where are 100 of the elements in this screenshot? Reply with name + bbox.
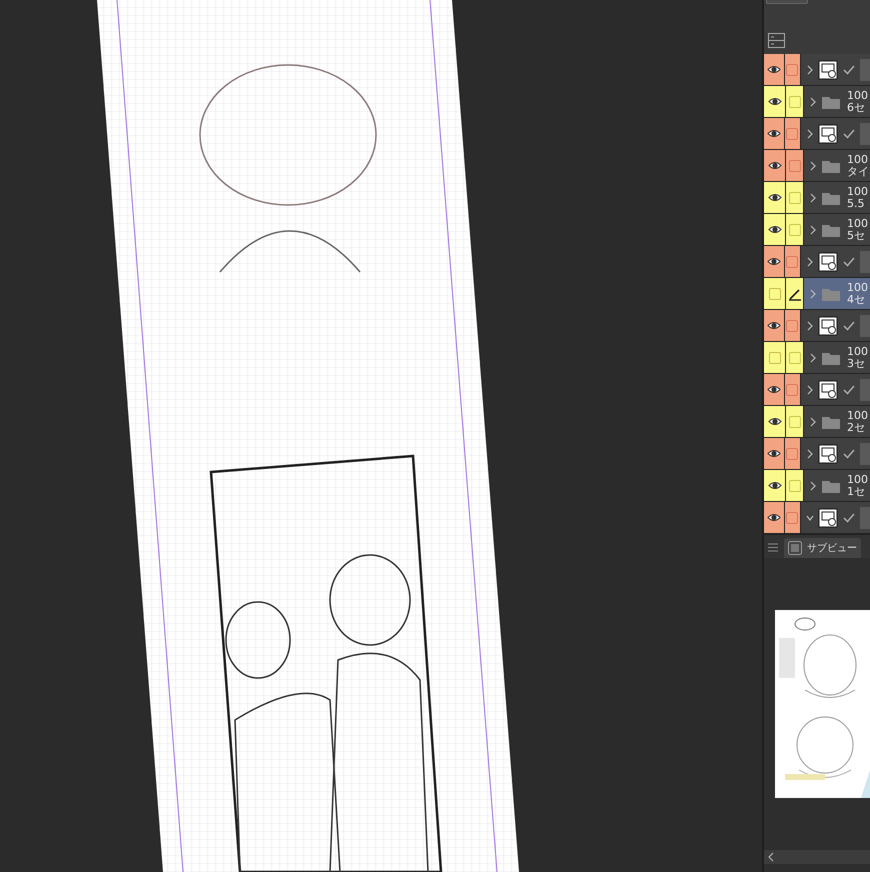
layer-name: 6セ [847, 102, 866, 114]
layer-row[interactable]: 100 2セ [764, 406, 870, 438]
eye-icon[interactable] [768, 225, 782, 234]
eye-icon[interactable] [766, 449, 781, 458]
lock-toggle[interactable] [784, 118, 802, 149]
layer-type-icon [818, 316, 838, 336]
layer-list-icon[interactable] [768, 33, 785, 48]
eye-icon[interactable] [768, 161, 782, 170]
lock-toggle[interactable] [786, 470, 804, 501]
lock-toggle[interactable] [786, 86, 804, 117]
lock-toggle[interactable] [786, 182, 804, 213]
layer-row[interactable]: 100 5セ [764, 214, 870, 246]
visibility-toggle[interactable] [764, 54, 784, 85]
folder-icon [822, 222, 840, 236]
visibility-toggle[interactable] [764, 470, 786, 501]
layer-row[interactable] [764, 438, 870, 470]
layer-row[interactable] [764, 54, 870, 86]
layer-opacity: 100 [847, 346, 868, 358]
lock-toggle[interactable] [784, 246, 802, 277]
eye-icon[interactable] [768, 193, 782, 202]
check-icon[interactable] [843, 64, 855, 74]
menu-icon[interactable] [768, 543, 778, 552]
lock-checkbox-icon [786, 384, 798, 396]
layer-row[interactable] [764, 246, 870, 278]
chevron-left-icon[interactable] [766, 851, 776, 863]
eye-icon[interactable] [766, 65, 781, 74]
eye-icon[interactable] [768, 97, 782, 106]
layer-row[interactable]: 100 1セ [764, 470, 870, 502]
chevron-right-icon[interactable] [809, 96, 817, 106]
visibility-toggle[interactable] [764, 438, 784, 469]
horizontal-scrollbar[interactable] [764, 850, 870, 864]
folder-icon [822, 478, 840, 492]
eye-icon[interactable] [766, 321, 781, 330]
chevron-right-icon[interactable] [806, 128, 814, 138]
chevron-right-icon[interactable] [806, 256, 814, 266]
layer-name: 5.5 [847, 198, 866, 210]
lock-checkbox-icon [788, 96, 800, 108]
visibility-toggle[interactable] [764, 214, 786, 245]
layer-name: 3セ [847, 358, 866, 370]
chevron-right-icon[interactable] [809, 288, 817, 298]
eye-icon[interactable] [768, 417, 782, 426]
lock-toggle[interactable] [786, 150, 804, 181]
layer-row[interactable] [764, 502, 870, 534]
chevron-right-icon[interactable] [806, 320, 814, 330]
lock-toggle[interactable] [786, 278, 804, 309]
lock-toggle[interactable] [784, 54, 802, 85]
visibility-toggle[interactable] [764, 502, 784, 533]
chevron-right-icon[interactable] [806, 448, 814, 458]
subview-tab[interactable]: サブビュー [784, 538, 861, 558]
lock-toggle[interactable] [784, 374, 802, 405]
lock-toggle[interactable] [784, 502, 802, 533]
check-icon[interactable] [843, 256, 855, 266]
layer-row[interactable] [764, 118, 870, 150]
visibility-toggle[interactable] [764, 310, 784, 341]
chevron-right-icon[interactable] [809, 416, 817, 426]
visibility-toggle[interactable] [764, 150, 786, 181]
layer-row[interactable] [764, 310, 870, 342]
visibility-toggle[interactable] [764, 86, 786, 117]
layer-row[interactable]: 100 4セ [764, 278, 870, 310]
eye-icon[interactable] [766, 257, 781, 266]
lock-toggle[interactable] [784, 438, 802, 469]
layer-name: 1セ [847, 486, 866, 498]
lock-toggle[interactable] [784, 310, 802, 341]
eye-icon[interactable] [766, 385, 781, 394]
chevron-right-icon[interactable] [809, 224, 817, 234]
lock-checkbox-icon [786, 448, 798, 460]
lock-checkbox-icon [786, 64, 798, 76]
check-icon[interactable] [843, 128, 855, 138]
chevron-right-icon[interactable] [806, 384, 814, 394]
visibility-toggle[interactable] [764, 246, 784, 277]
lock-toggle[interactable] [786, 214, 804, 245]
visibility-toggle[interactable] [764, 406, 786, 437]
eye-icon[interactable] [766, 513, 781, 522]
eye-icon[interactable] [766, 129, 781, 138]
check-icon[interactable] [843, 512, 855, 522]
check-icon[interactable] [843, 448, 855, 458]
lock-checkbox-icon [788, 160, 800, 172]
layer-row[interactable]: 100 5.5 [764, 182, 870, 214]
lock-toggle[interactable] [786, 342, 804, 373]
eye-icon[interactable] [768, 481, 782, 490]
layer-opacity: 100 [847, 186, 868, 198]
chevron-right-icon[interactable] [809, 160, 817, 170]
lock-toggle[interactable] [786, 406, 804, 437]
visibility-toggle[interactable] [764, 182, 786, 213]
layer-row[interactable] [764, 374, 870, 406]
visibility-toggle[interactable] [764, 118, 784, 149]
chevron-right-icon[interactable] [809, 480, 817, 490]
layer-row[interactable]: 100 3セ [764, 342, 870, 374]
layer-type-icon [818, 380, 838, 400]
folder-icon [822, 190, 840, 204]
chevron-right-icon[interactable] [809, 192, 817, 202]
visibility-toggle[interactable] [764, 342, 786, 373]
chevron-right-icon[interactable] [806, 64, 814, 74]
visibility-toggle[interactable] [764, 278, 786, 309]
check-icon[interactable] [843, 320, 855, 330]
visibility-toggle[interactable] [764, 374, 784, 405]
layer-row[interactable]: 100 6セ [764, 86, 870, 118]
layer-row[interactable]: 100 タイ [764, 150, 870, 182]
check-icon[interactable] [843, 384, 855, 394]
chevron-right-icon[interactable] [809, 352, 817, 362]
